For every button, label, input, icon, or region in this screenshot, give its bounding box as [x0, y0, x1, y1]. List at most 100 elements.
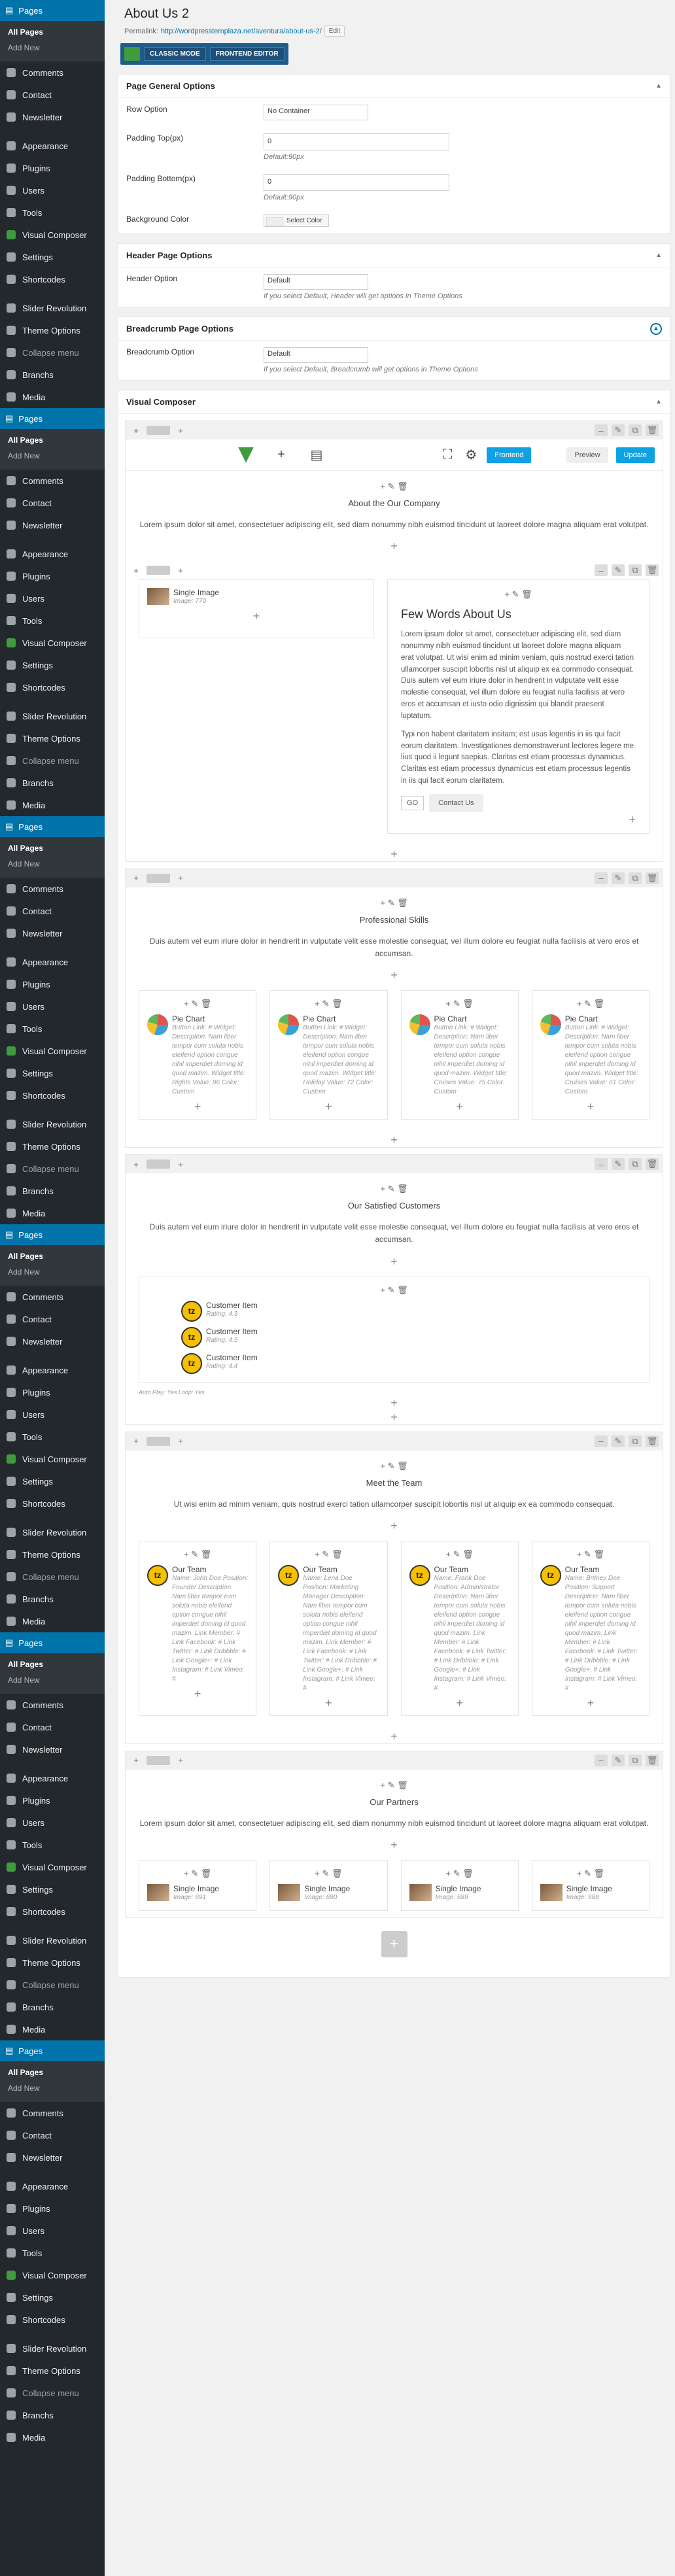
sidebar-item-comments[interactable]: Comments [0, 470, 105, 492]
sidebar-item-appearance[interactable]: Appearance [0, 951, 105, 973]
sidebar-subitem[interactable]: All Pages [0, 1249, 105, 1265]
permalink-url[interactable]: http://wordpresstemplaza.net/aventura/ab… [161, 27, 322, 35]
sidebar-subitem[interactable]: Add New [0, 41, 105, 56]
add-element-button[interactable]: + [381, 1931, 407, 1957]
vc-header[interactable]: Visual Composer ▲ [118, 390, 670, 414]
sidebar-item-appearance[interactable]: Appearance [0, 135, 105, 157]
add-element-plus[interactable]: + [126, 1133, 663, 1147]
team-member-element[interactable]: tz Our Team Name: Britney Doe Position: Su… [538, 1562, 644, 1696]
drag-handle[interactable] [147, 873, 170, 883]
sidebar-item-plugins[interactable]: Plugins [0, 157, 105, 179]
customer-item-element[interactable]: tz Customer Item Rating: 4.3 [179, 1298, 610, 1324]
add-element-plus[interactable]: + [538, 1696, 644, 1710]
minus-icon[interactable]: – [595, 1754, 608, 1766]
pie-chart-element[interactable]: Pie Chart Button Link: # Widget: Descript… [275, 1012, 381, 1099]
sidebar-item-contact[interactable]: Contact [0, 492, 105, 514]
element-controls[interactable]: + ✎ 🗑 [275, 1549, 381, 1560]
sidebar-item-branchs[interactable]: Branchs [0, 2404, 105, 2426]
sidebar-item-media[interactable]: Media [0, 2018, 105, 2040]
sidebar-item-visual-composer[interactable]: Visual Composer [0, 1448, 105, 1470]
sidebar-item-pages[interactable]: ▤ Pages [0, 816, 105, 837]
trash-icon[interactable]: 🗑 [646, 872, 659, 884]
add-element-plus[interactable]: + [139, 539, 649, 553]
single-image-element[interactable]: Single Image Image: 689 [407, 1881, 513, 1905]
edit-icon[interactable]: ✎ [612, 1158, 625, 1171]
sidebar-item-shortcodes[interactable]: Shortcodes [0, 1900, 105, 1923]
sidebar-item-slider-revolution[interactable]: Slider Revolution [0, 1521, 105, 1543]
copy-icon[interactable]: ⧉ [629, 1435, 642, 1447]
sidebar-item-appearance[interactable]: Appearance [0, 2175, 105, 2197]
element-controls[interactable]: + ✎ 🗑 [538, 1549, 644, 1560]
edit-icon[interactable]: ✎ [612, 1435, 625, 1447]
sidebar-item-slider-revolution[interactable]: Slider Revolution [0, 1113, 105, 1135]
add-element-plus[interactable]: + [139, 1838, 649, 1852]
sidebar-item-users[interactable]: Users [0, 587, 105, 610]
element-controls[interactable]: + ✎ 🗑 [275, 999, 381, 1009]
sidebar-item-shortcodes[interactable]: Shortcodes [0, 268, 105, 290]
sidebar-item-comments[interactable]: Comments [0, 1286, 105, 1308]
sidebar-item-media[interactable]: Media [0, 386, 105, 408]
element-controls[interactable]: + ✎ 🗑 [407, 1868, 513, 1879]
contact-us-button[interactable]: Contact Us [429, 793, 483, 812]
sidebar-subitem[interactable]: Add New [0, 449, 105, 464]
sidebar-item-media[interactable]: Media [0, 1610, 105, 1632]
sidebar-item-branchs[interactable]: Branchs [0, 364, 105, 386]
team-member-element[interactable]: tz Our Team Name: Lena Doe Position: Marke… [275, 1562, 381, 1696]
element-controls[interactable]: + ✎ 🗑 [538, 1868, 644, 1879]
add-element-plus[interactable]: + [139, 1519, 649, 1533]
frontend-button[interactable]: Frontend [487, 447, 532, 463]
trash-icon[interactable]: 🗑 [646, 564, 659, 577]
sidebar-item-branchs[interactable]: Branchs [0, 1996, 105, 2018]
sidebar-item-collapse-menu[interactable]: Collapse menu [0, 341, 105, 364]
copy-icon[interactable]: ⧉ [629, 1754, 642, 1766]
copy-icon[interactable]: ⧉ [629, 424, 642, 436]
sidebar-item-collapse-menu[interactable]: Collapse menu [0, 1566, 105, 1588]
sidebar-item-tools[interactable]: Tools [0, 1018, 105, 1040]
header-option-select[interactable]: Default [264, 274, 368, 290]
sidebar-item-newsletter[interactable]: Newsletter [0, 106, 105, 128]
sidebar-item-collapse-menu[interactable]: Collapse menu [0, 2382, 105, 2404]
sidebar-item-tools[interactable]: Tools [0, 1834, 105, 1856]
minus-icon[interactable]: – [595, 564, 608, 577]
collapse-icon[interactable]: ▲ [655, 398, 662, 405]
sidebar-subitem[interactable]: All Pages [0, 1657, 105, 1673]
add-element-plus[interactable]: + [126, 1396, 663, 1410]
add-icon[interactable]: + [174, 1755, 187, 1766]
breadcrumb-options-header[interactable]: Breadcrumb Page Options ▲ [118, 317, 670, 341]
sidebar-item-media[interactable]: Media [0, 1202, 105, 1224]
add-element-plus[interactable]: + [275, 1696, 381, 1710]
sidebar-subitem[interactable]: All Pages [0, 2065, 105, 2081]
team-member-element[interactable]: tz Our Team Name: John Doe Position: Found… [145, 1562, 251, 1687]
edit-icon[interactable]: ✎ [612, 872, 625, 884]
add-element-plus[interactable]: + [538, 1099, 644, 1114]
customer-item-element[interactable]: tz Customer Item Rating: 4.4 [179, 1350, 610, 1377]
element-controls[interactable]: + ✎ 🗑 [139, 1780, 649, 1791]
sidebar-item-newsletter[interactable]: Newsletter [0, 514, 105, 536]
sidebar-item-settings[interactable]: Settings [0, 246, 105, 268]
sidebar-item-slider-revolution[interactable]: Slider Revolution [0, 705, 105, 727]
sidebar-item-settings[interactable]: Settings [0, 1878, 105, 1900]
sidebar-item-shortcodes[interactable]: Shortcodes [0, 1084, 105, 1107]
pie-chart-element[interactable]: Pie Chart Button Link: # Widget: Descript… [407, 1012, 513, 1099]
sidebar-item-plugins[interactable]: Plugins [0, 2197, 105, 2220]
collapse-icon[interactable]: ▲ [650, 322, 662, 335]
element-controls[interactable]: + ✎ 🗑 [139, 1184, 649, 1194]
single-image-element[interactable]: Single Image Image: 770 [145, 585, 368, 609]
trash-icon[interactable]: 🗑 [646, 1754, 659, 1766]
add-element-plus[interactable]: + [407, 1099, 513, 1114]
sidebar-item-contact[interactable]: Contact [0, 1308, 105, 1330]
general-options-header[interactable]: Page General Options ▲ [118, 75, 670, 98]
sidebar-subitem[interactable]: All Pages [0, 433, 105, 449]
sidebar-item-tools[interactable]: Tools [0, 2242, 105, 2264]
sidebar-item-settings[interactable]: Settings [0, 1470, 105, 1492]
sidebar-item-theme-options[interactable]: Theme Options [0, 1543, 105, 1566]
element-controls[interactable]: + ✎ 🗑 [145, 1868, 251, 1879]
minus-icon[interactable]: – [595, 1435, 608, 1447]
sidebar-item-newsletter[interactable]: Newsletter [0, 1330, 105, 1352]
sidebar-item-shortcodes[interactable]: Shortcodes [0, 676, 105, 698]
minus-icon[interactable]: – [595, 424, 608, 436]
sidebar-item-pages[interactable]: ▤ Pages [0, 1632, 105, 1653]
sidebar-item-collapse-menu[interactable]: Collapse menu [0, 749, 105, 772]
sidebar-item-contact[interactable]: Contact [0, 900, 105, 922]
drag-handle[interactable] [147, 1159, 170, 1169]
